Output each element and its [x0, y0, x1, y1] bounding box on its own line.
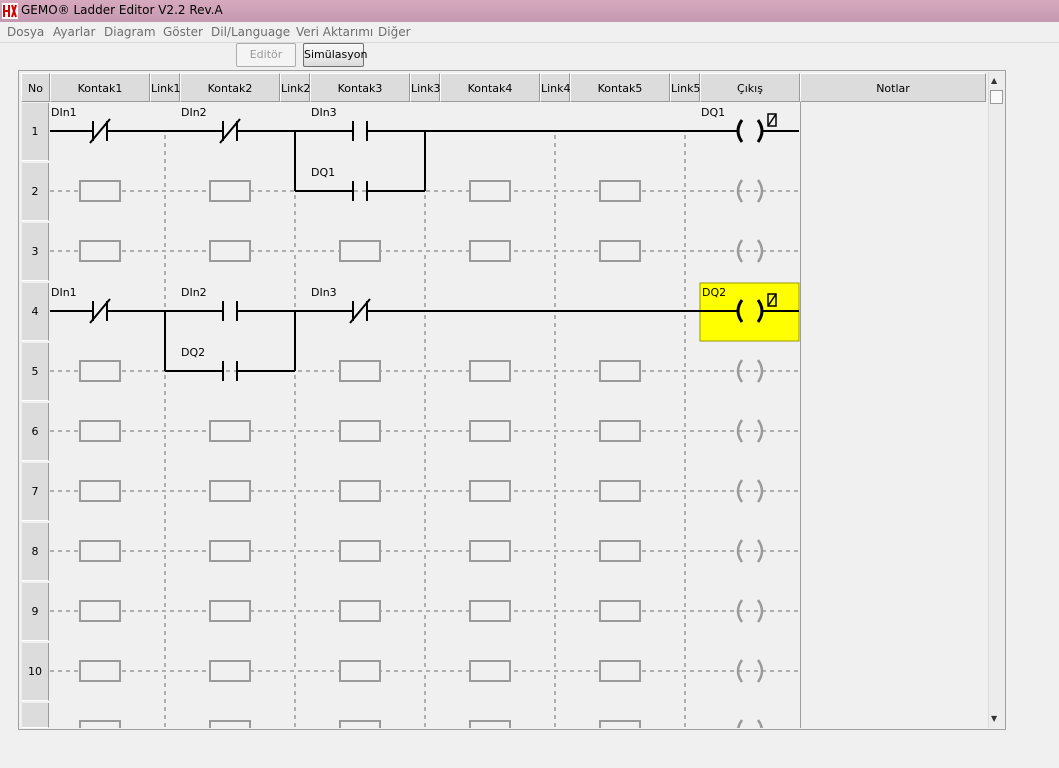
simulation-button[interactable]: Simülasyon — [303, 43, 367, 67]
header-link5: Link5 — [670, 73, 701, 102]
row-number-11-partial — [22, 703, 49, 728]
menu-dosya[interactable]: Dosya — [7, 25, 44, 39]
header-kontak4: Kontak4 — [440, 73, 540, 102]
header-notlar: Notlar — [800, 73, 986, 102]
header-link1: Link1 — [150, 73, 181, 102]
app-logo-icon — [2, 3, 18, 19]
menu-diagram[interactable]: Diagram — [104, 25, 156, 39]
scroll-up-arrow-icon[interactable]: ▲ — [991, 76, 997, 85]
window-title: GEMO® Ladder Editor V2.2 Rev.A — [21, 3, 223, 17]
row-number-5: 5 — [22, 343, 49, 401]
row-number-4: 4 — [22, 283, 49, 341]
row-number-8: 8 — [22, 523, 49, 581]
row-number-1: 1 — [22, 103, 49, 161]
header-kontak5: Kontak5 — [570, 73, 670, 102]
title-bar: GEMO® Ladder Editor V2.2 Rev.A — [0, 0, 1059, 23]
row-number-9: 9 — [22, 583, 49, 641]
row-number-6: 6 — [22, 403, 49, 461]
menu-ayarlar[interactable]: Ayarlar — [53, 25, 95, 39]
header-kontak3: Kontak3 — [310, 73, 410, 102]
row-number-7: 7 — [22, 463, 49, 521]
header-link2: Link2 — [280, 73, 311, 102]
editor-button[interactable]: Editör — [236, 43, 296, 67]
scroll-thumb[interactable] — [990, 90, 1003, 104]
menu-diger[interactable]: Diğer — [378, 25, 411, 39]
row-number-2: 2 — [22, 163, 49, 221]
menu-bar: Dosya Ayarlar Diagram Göster Dil/Languag… — [0, 22, 1059, 43]
header-cikis: Çıkış — [700, 73, 800, 102]
menu-goster[interactable]: Göster — [163, 25, 203, 39]
menu-veri-aktarimi[interactable]: Veri Aktarımı — [296, 25, 373, 39]
scroll-down-arrow-icon[interactable]: ▼ — [991, 714, 997, 723]
vertical-scrollbar[interactable]: ▲ ▼ — [988, 72, 1005, 728]
menu-dil-language[interactable]: Dil/Language — [211, 25, 290, 39]
header-link4: Link4 — [540, 73, 571, 102]
row-number-3: 3 — [22, 223, 49, 281]
row-number-10: 10 — [22, 643, 49, 701]
header-kontak1: Kontak1 — [50, 73, 150, 102]
notes-column[interactable] — [800, 102, 987, 728]
header-link3: Link3 — [410, 73, 441, 102]
header-kontak2: Kontak2 — [180, 73, 280, 102]
header-no: No — [21, 73, 50, 102]
